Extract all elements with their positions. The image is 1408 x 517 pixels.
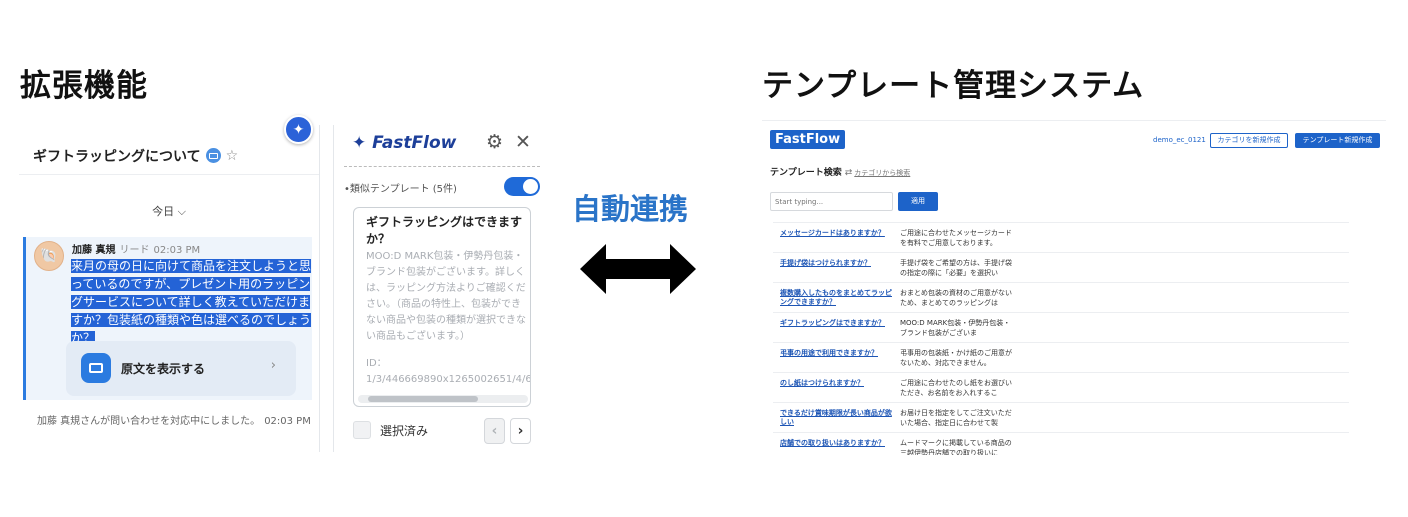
template-question-link[interactable]: 複数購入したものをまとめてラッピングできますか？ xyxy=(780,289,896,307)
chat-panel: ギフトラッピングについて ☆ 今日 ⌵ 🐚 加藤 真規 リード 02:03 PM 来… xyxy=(19,125,320,452)
table-row: できるだけ賞味期限が長い商品が欲しい お届け日を指定をしてご注文いただいた場合、指… xyxy=(773,403,1349,433)
template-question-link[interactable]: のし紙はつけられますか？ xyxy=(780,379,896,388)
table-row: 手提げ袋はつけられますか？ 手提げ袋をご希望の方は、手提げ袋の指定の際に「必要」を… xyxy=(773,253,1349,283)
admin-logo: FastFlow xyxy=(770,130,846,149)
similar-templates-label: •類似テンプレート (5件) xyxy=(344,184,457,195)
gear-icon[interactable]: ⚙ xyxy=(486,131,503,153)
sender-role-badge: リード xyxy=(119,245,150,256)
avatar: 🐚 xyxy=(34,241,64,271)
new-template-button[interactable]: テンプレート新規作成 xyxy=(1295,133,1380,148)
system-note: 加藤 真規さんが問い合わせを対応中にしました。 02:03 PM xyxy=(37,416,311,427)
similar-templates-toggle[interactable] xyxy=(504,177,540,196)
chevron-right-icon: › xyxy=(270,358,276,373)
template-answer-preview: 弔事用の包装紙・かけ紙のご用意がないため、対応できません。 xyxy=(900,349,1012,367)
template-question-link[interactable]: メッセージカードはありますか？ xyxy=(780,229,896,238)
template-question-link[interactable]: 弔事の用途で利用できますか？ xyxy=(780,349,896,358)
template-search-input[interactable] xyxy=(770,192,893,211)
sender-name: 加藤 真規 xyxy=(72,245,116,256)
template-admin-screen: FastFlow demo_ec_0121 カテゴリを新規作成 テンプレート新規… xyxy=(762,120,1386,455)
chat-title: ギフトラッピングについて xyxy=(33,148,201,165)
template-answer-preview: ムードマークに掲載している商品の三越伊勢丹店舗での取り扱いに xyxy=(900,439,1012,455)
template-id: ID： 1/3/446669890x1265002651/4/61 xyxy=(366,358,531,385)
table-row: 店舗での取り扱いはありますか？ ムードマークに掲載している商品の三越伊勢丹店舗での… xyxy=(773,433,1349,455)
template-search-heading: テンプレート検索 ⇄ カテゴリから検索 xyxy=(770,168,911,178)
message-body[interactable]: 来月の母の日に向けて商品を注文しようと思っているのですが、プレゼント用のラッピン… xyxy=(71,257,313,347)
template-answer-preview: 手提げ袋をご希望の方は、手提げ袋の指定の際に「必要」を選択い xyxy=(900,259,1012,277)
envelope-icon xyxy=(81,353,111,383)
swap-icon[interactable]: ⇄ xyxy=(845,168,853,178)
template-table: メッセージカードはありますか？ ご用途に合わせたメッセージカードを有料でご用意して… xyxy=(773,222,1349,455)
template-answer-preview: ご用途に合わせたのし紙をお選びいただき、お名前をお入れするこ xyxy=(900,379,1012,397)
show-original-label: 原文を表示する xyxy=(121,362,206,376)
message-block: 🐚 加藤 真規 リード 02:03 PM 来月の母の日に向けて商品を注文しようと思っ… xyxy=(23,237,312,400)
close-icon[interactable]: ✕ xyxy=(515,131,531,153)
template-system-section-title: テンプレート管理システム xyxy=(762,68,1145,104)
show-original-button[interactable]: 原文を表示する › xyxy=(66,341,296,396)
selected-label: 選択済み xyxy=(380,424,429,438)
horizontal-scrollbar[interactable] xyxy=(358,395,528,403)
template-question-link[interactable]: 手提げ袋はつけられますか？ xyxy=(780,259,896,268)
search-by-category-link[interactable]: カテゴリから検索 xyxy=(854,169,910,177)
template-answer-preview: おまとめ包装の資材のご用意がないため、まとめてのラッピングは xyxy=(900,289,1012,307)
date-separator[interactable]: 今日 ⌵ xyxy=(19,203,319,219)
template-question-link[interactable]: 店舗での取り扱いはありますか？ xyxy=(780,439,896,448)
fastflow-sparkle-button[interactable]: ✦ xyxy=(284,115,313,144)
auto-sync-label: 自動連携 xyxy=(572,192,689,226)
template-title: ギフトラッピングはできますか？ xyxy=(366,215,523,246)
divider xyxy=(344,166,540,167)
template-answer-preview: お届け日を指定をしてご注文いただいた場合、指定日に合わせて製 xyxy=(900,409,1012,427)
table-row: 弔事の用途で利用できますか？ 弔事用の包装紙・かけ紙のご用意がないため、対応できま… xyxy=(773,343,1349,373)
table-row: のし紙はつけられますか？ ご用途に合わせたのし紙をお選びいただき、お名前をお入れす… xyxy=(773,373,1349,403)
admin-user[interactable]: demo_ec_0121 xyxy=(1153,136,1206,144)
chat-header: ギフトラッピングについて ☆ xyxy=(19,125,319,175)
extension-section-title: 拡張機能 xyxy=(20,68,148,104)
template-question-link[interactable]: できるだけ賞味期限が長い商品が欲しい xyxy=(780,409,896,427)
table-row: ギフトラッピングはできますか？ MOO:D MARK包装・伊勢丹包装・ブランド包装… xyxy=(773,313,1349,343)
apply-button[interactable]: 適用 xyxy=(898,192,938,211)
selected-checkbox[interactable] xyxy=(353,421,371,439)
template-question-link[interactable]: ギフトラッピングはできますか？ xyxy=(780,319,896,328)
mail-icon xyxy=(205,148,221,163)
template-body: MOO:D MARK包装・伊勢丹包装・ブランド包装がございます。詳しくは、ラッピ… xyxy=(366,251,526,342)
template-answer-preview: ご用途に合わせたメッセージカードを有料でご用意しております。 xyxy=(900,229,1012,247)
template-answer-preview: MOO:D MARK包装・伊勢丹包装・ブランド包装がございま xyxy=(900,319,1011,337)
message-meta: 加藤 真規 リード 02:03 PM xyxy=(72,241,200,256)
fastflow-logo: ✦ FastFlow xyxy=(352,133,457,153)
fastflow-extension-panel: ✦ FastFlow ⚙ ✕ •類似テンプレート (5件) ギフトラッピングはで… xyxy=(333,125,541,452)
double-arrow-icon xyxy=(580,244,696,294)
star-icon[interactable]: ☆ xyxy=(226,148,239,164)
new-category-button[interactable]: カテゴリを新規作成 xyxy=(1210,133,1288,148)
table-row: メッセージカードはありますか？ ご用途に合わせたメッセージカードを有料でご用意して… xyxy=(773,223,1349,253)
table-row: 複数購入したものをまとめてラッピングできますか？ おまとめ包装の資材のご用意がない… xyxy=(773,283,1349,313)
prev-page-button[interactable]: ‹ xyxy=(484,418,505,444)
message-time: 02:03 PM xyxy=(153,245,201,256)
next-page-button[interactable]: › xyxy=(510,418,531,444)
template-card[interactable]: ギフトラッピングはできますか？ MOO:D MARK包装・伊勢丹包装・ブランド包… xyxy=(353,207,531,407)
